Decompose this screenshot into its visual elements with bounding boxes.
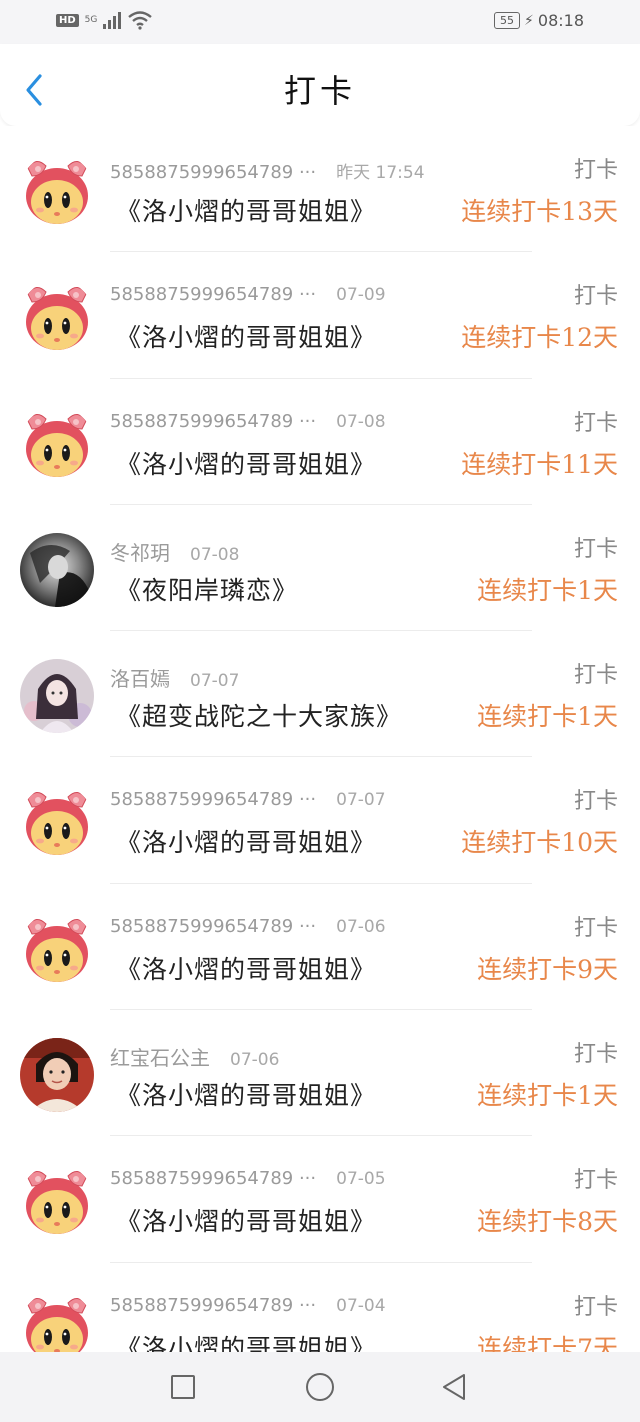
checkin-tag: 打卡	[573, 1168, 618, 1194]
book-title[interactable]: 《洛小熠的哥哥姐姐》	[116, 823, 376, 859]
user-name[interactable]: 5858875999654789 ···	[110, 1295, 316, 1316]
app-header: 打卡	[0, 44, 640, 126]
user-name[interactable]: 5858875999654789 ···	[110, 284, 316, 305]
checkin-date: 07-04	[336, 1295, 386, 1316]
user-name[interactable]: 冬祁玥	[110, 541, 170, 565]
user-info: 5858875999654789 ··· 07-09	[110, 284, 386, 305]
back-icon[interactable]	[440, 1372, 470, 1402]
book-title[interactable]: 《洛小熠的哥哥姐姐》	[116, 445, 376, 481]
checkin-tag: 打卡	[573, 789, 618, 815]
avatar[interactable]	[20, 532, 94, 607]
checkin-tag: 打卡	[573, 663, 618, 689]
checkin-date: 07-06	[230, 1050, 280, 1071]
recent-apps-icon[interactable]	[168, 1372, 198, 1402]
avatar[interactable]	[20, 406, 94, 481]
home-icon[interactable]	[305, 1372, 335, 1402]
user-info: 5858875999654789 ··· 07-08	[110, 411, 386, 432]
avatar[interactable]	[20, 659, 94, 734]
book-title[interactable]: 《洛小熠的哥哥姐姐》	[116, 950, 376, 986]
streak-count: 连续打卡11天	[461, 449, 618, 479]
user-name[interactable]: 5858875999654789 ···	[110, 411, 316, 432]
checkin-date: 07-08	[190, 544, 240, 565]
hd-icon: HD	[56, 13, 79, 27]
page-title: 打卡	[283, 72, 356, 110]
streak-count: 连续打卡1天	[477, 575, 618, 605]
checkin-date: 07-07	[190, 671, 240, 692]
checkin-tag: 打卡	[573, 284, 618, 310]
avatar[interactable]	[20, 785, 94, 860]
avatar[interactable]	[20, 1290, 94, 1352]
list-item[interactable]: 5858875999654789 ··· 07-05 《洛小熠的哥哥姐姐》 打卡连续打…	[0, 1136, 640, 1263]
user-name[interactable]: 洛百嫣	[110, 667, 170, 691]
status-bar: HD 5G 55 ⚡ 08:18	[0, 0, 640, 44]
streak-count: 连续打卡13天	[461, 197, 618, 226]
user-info: 洛百嫣 07-07	[110, 663, 239, 692]
checkin-tag: 打卡	[573, 1294, 618, 1320]
user-name[interactable]: 5858875999654789 ···	[110, 162, 316, 183]
user-name[interactable]: 红宝石公主	[110, 1046, 210, 1070]
user-name[interactable]: 5858875999654789 ···	[110, 789, 316, 810]
avatar[interactable]	[20, 1038, 94, 1113]
book-title[interactable]: 《超变战陀之十大家族》	[116, 697, 402, 733]
user-info: 5858875999654789 ··· 昨天 17:54	[110, 158, 425, 183]
streak-count: 连续打卡1天	[477, 1081, 618, 1111]
signal-icon	[103, 11, 122, 29]
streak-count: 连续打卡1天	[477, 702, 618, 732]
network-type: 5G	[84, 14, 98, 25]
checkin-date: 07-09	[336, 285, 386, 306]
list-item[interactable]: 5858875999654789 ··· 07-04 《洛小熠的哥哥姐姐》 打卡连续打…	[0, 1263, 640, 1352]
book-title[interactable]: 《洛小熠的哥哥姐姐》	[116, 192, 376, 228]
streak-count: 连续打卡7天	[477, 1333, 618, 1352]
streak-count: 连续打卡10天	[461, 828, 618, 858]
checkin-date: 07-05	[336, 1169, 386, 1190]
checkin-tag: 打卡	[573, 410, 618, 436]
book-title[interactable]: 《洛小熠的哥哥姐姐》	[116, 1076, 376, 1112]
user-info: 5858875999654789 ··· 07-05	[110, 1168, 386, 1189]
user-info: 5858875999654789 ··· 07-07	[110, 789, 386, 810]
book-title[interactable]: 《洛小熠的哥哥姐姐》	[116, 1202, 376, 1238]
checkin-date: 07-08	[336, 411, 386, 432]
status-right: 55 ⚡ 08:18	[494, 11, 584, 30]
list-item[interactable]: 冬祁玥 07-08 《夜阳岸璘恋》 打卡连续打卡1天	[0, 505, 640, 632]
user-name[interactable]: 5858875999654789 ···	[110, 1168, 316, 1189]
streak-count: 连续打卡9天	[477, 954, 618, 984]
streak-count: 连续打卡12天	[461, 323, 618, 353]
checkin-tag: 打卡	[573, 1042, 618, 1068]
user-info: 5858875999654789 ··· 07-06	[110, 916, 386, 937]
user-info: 红宝石公主 07-06	[110, 1042, 279, 1071]
list-item[interactable]: 5858875999654789 ··· 07-06 《洛小熠的哥哥姐姐》 打卡连续打…	[0, 884, 640, 1011]
list-item[interactable]: 5858875999654789 ··· 07-07 《洛小熠的哥哥姐姐》 打卡连续打…	[0, 757, 640, 884]
user-name[interactable]: 5858875999654789 ···	[110, 916, 316, 937]
list-item[interactable]: 5858875999654789 ··· 07-08 《洛小熠的哥哥姐姐》 打卡连续打…	[0, 379, 640, 505]
checkin-tag: 打卡	[573, 536, 618, 562]
status-left: HD 5G	[56, 10, 153, 30]
wifi-icon	[128, 11, 153, 30]
avatar[interactable]	[20, 280, 94, 355]
list-item[interactable]: 洛百嫣 07-07 《超变战陀之十大家族》 打卡连续打卡1天	[0, 631, 640, 758]
user-info: 冬祁玥 07-08	[110, 537, 239, 566]
avatar[interactable]	[20, 154, 94, 228]
checkin-date: 07-06	[336, 916, 386, 937]
checkin-date: 07-07	[336, 790, 386, 811]
book-title[interactable]: 《洛小熠的哥哥姐姐》	[116, 1329, 376, 1352]
book-title[interactable]: 《洛小熠的哥哥姐姐》	[116, 318, 376, 354]
book-title[interactable]: 《夜阳岸璘恋》	[116, 571, 298, 607]
user-info: 5858875999654789 ··· 07-04	[110, 1295, 386, 1316]
charging-icon: ⚡	[524, 12, 534, 29]
list-item[interactable]: 5858875999654789 ··· 07-09 《洛小熠的哥哥姐姐》 打卡连续打…	[0, 252, 640, 379]
checkin-list[interactable]: 5858875999654789 ··· 昨天 17:54 《洛小熠的哥哥姐姐》 打卡…	[0, 126, 640, 1352]
list-item[interactable]: 红宝石公主 07-06 《洛小熠的哥哥姐姐》 打卡连续打卡1天	[0, 1010, 640, 1137]
list-item[interactable]: 5858875999654789 ··· 昨天 17:54 《洛小熠的哥哥姐姐》 打卡…	[0, 126, 640, 253]
battery-icon: 55	[494, 12, 521, 29]
clock: 08:18	[537, 11, 584, 30]
checkin-tag: 打卡	[573, 915, 618, 941]
avatar[interactable]	[20, 1164, 94, 1239]
checkin-date: 昨天 17:54	[336, 163, 425, 183]
system-nav-bar	[0, 1352, 640, 1422]
avatar[interactable]	[20, 911, 94, 986]
streak-count: 连续打卡8天	[477, 1207, 618, 1237]
checkin-tag: 打卡	[573, 158, 618, 183]
